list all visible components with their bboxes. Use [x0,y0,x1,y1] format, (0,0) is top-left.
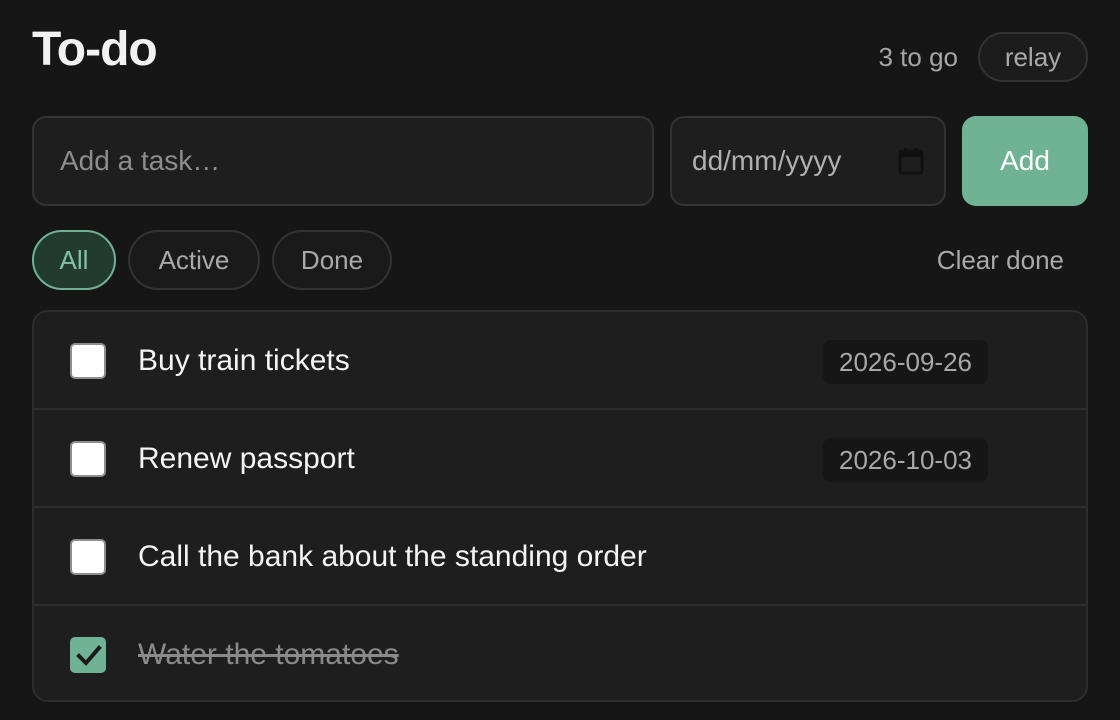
check-icon [76,645,102,666]
filter-all[interactable]: All [32,230,116,290]
add-button[interactable]: Add [962,116,1088,206]
task-row: Renew passport 2026-10-03 [34,410,1086,508]
filter-done[interactable]: Done [272,230,392,290]
due-date-badge: 2026-10-03 [823,438,988,482]
remaining-count: 3 to go [878,41,958,72]
clear-done-button[interactable]: Clear done [937,230,1064,290]
page-title: To-do [32,23,158,76]
header: To-do 3 to go relay [32,22,1088,98]
task-checkbox[interactable] [70,343,106,379]
task-checkbox[interactable] [70,441,106,477]
todo-app: To-do 3 to go relay dd/mm/yyyy Add All A… [32,22,1088,702]
task-row: Buy train tickets 2026-09-26 [34,312,1086,410]
relay-badge[interactable]: relay [978,32,1088,82]
task-input[interactable] [32,116,654,206]
task-row: Water the tomatoes [34,606,1086,700]
task-list: Buy train tickets 2026-09-26 Renew passp… [32,310,1088,702]
due-date-field[interactable]: dd/mm/yyyy [670,116,946,206]
due-date-badge: 2026-09-26 [823,340,988,384]
task-checkbox[interactable] [70,539,106,575]
header-meta: 3 to go relay [878,32,1088,82]
task-label[interactable]: Renew passport [138,410,355,508]
add-task-form: dd/mm/yyyy Add [32,116,1088,206]
task-label[interactable]: Buy train tickets [138,312,350,410]
filter-active[interactable]: Active [128,230,260,290]
task-label[interactable]: Call the bank about the standing order [138,508,647,606]
due-date-placeholder: dd/mm/yyyy [692,145,842,176]
task-label[interactable]: Water the tomatoes [138,606,399,700]
task-checkbox-checked[interactable] [70,637,106,673]
filter-bar: All Active Done Clear done [32,230,1088,290]
task-row: Call the bank about the standing order [34,508,1086,606]
calendar-icon[interactable] [898,147,924,175]
